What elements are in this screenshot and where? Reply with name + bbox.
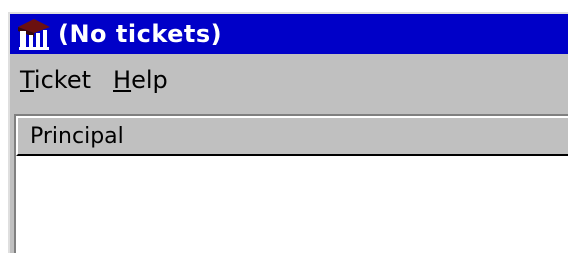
title-bar[interactable]: (No tickets)	[10, 14, 568, 54]
menu-help[interactable]: Help	[113, 66, 168, 94]
menu-ticket[interactable]: Ticket	[20, 66, 91, 94]
menu-ticket-accelerator: T	[20, 66, 34, 94]
kerberos-tickets-icon[interactable]	[16, 17, 52, 51]
column-header-principal[interactable]: Principal	[16, 116, 568, 156]
ticket-list[interactable]: Principal	[14, 114, 568, 253]
menu-bar: Ticket Help	[10, 54, 568, 106]
menu-help-label: elp	[131, 66, 168, 94]
menu-ticket-label: icket	[33, 66, 92, 94]
menu-help-accelerator: H	[113, 66, 132, 94]
window-title: (No tickets)	[58, 20, 223, 48]
ticket-list-body[interactable]	[16, 156, 568, 253]
main-window: (No tickets) Ticket Help Principal	[8, 12, 568, 253]
